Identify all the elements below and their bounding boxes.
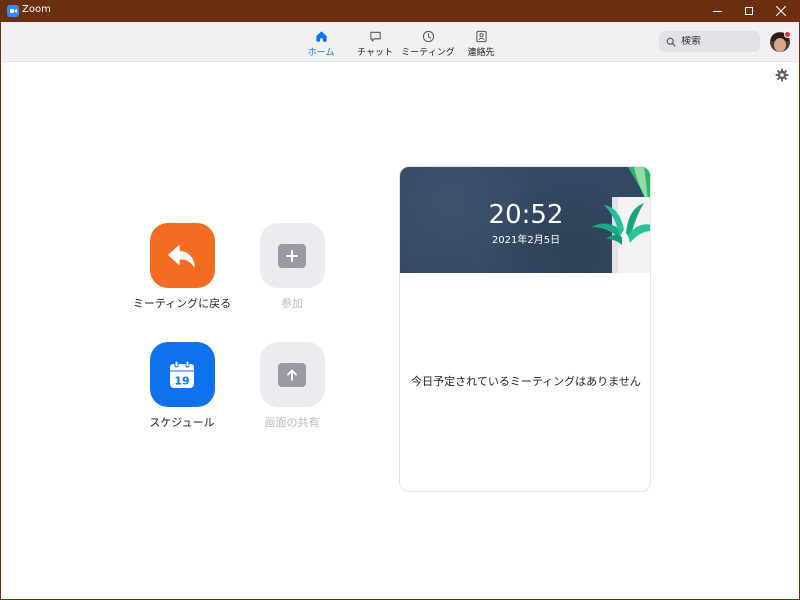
close-icon [776, 6, 786, 16]
rejoin-meeting-label: ミーティングに戻る [132, 297, 232, 310]
plus-icon [286, 249, 298, 262]
share-screen-button[interactable] [259, 342, 325, 407]
window-title: Zoom [22, 4, 51, 15]
join-label: 参加 [281, 297, 303, 310]
tab-home[interactable]: ホーム [306, 30, 336, 58]
schedule-action: 19 スケジュール [132, 342, 232, 430]
join-button[interactable] [259, 223, 325, 288]
tab-meetings-label: ミーティング [401, 48, 455, 58]
chat-icon [369, 31, 381, 42]
search-input[interactable] [681, 36, 751, 47]
tab-contacts-label: 連絡先 [467, 48, 495, 58]
schedule-button[interactable]: 19 [149, 342, 215, 407]
join-action: 参加 [242, 223, 342, 311]
tab-chat[interactable]: チャット [357, 30, 393, 58]
tab-home-label: ホーム [307, 48, 335, 58]
join-icon-box [278, 243, 306, 268]
maximize-icon [745, 7, 753, 15]
share-icon-box [278, 362, 306, 387]
rejoin-meeting-action: ミーティングに戻る [132, 223, 232, 311]
current-date: 2021年2月5日 [491, 235, 561, 246]
upcoming-meetings-card: 20:52 2021年2月5日 今日予定されているミーティングはありません [399, 166, 651, 492]
home-icon [315, 31, 327, 42]
top-nav: ホーム チャット ミーティング 連絡先 [1, 22, 799, 62]
tab-contacts[interactable]: 連絡先 [463, 30, 499, 58]
minimize-button[interactable] [701, 0, 733, 22]
calendar-icon: 19 [170, 360, 194, 388]
contacts-icon [475, 30, 487, 43]
avatar-face [774, 38, 786, 52]
tab-chat-label: チャット [357, 48, 393, 58]
rejoin-arrow-icon [168, 244, 195, 267]
clock-icon [422, 30, 434, 43]
calendar-day-text: 19 [174, 374, 189, 387]
gear-icon[interactable] [775, 68, 789, 82]
title-bar: Zoom [0, 0, 800, 22]
share-screen-action: 画面の共有 [242, 342, 342, 430]
current-time: 20:52 [488, 200, 564, 230]
minimize-icon [712, 10, 722, 12]
main-window: ホーム チャット ミーティング 連絡先 検索 ミーティングに戻る 参加 19 ス… [0, 22, 800, 600]
close-button[interactable] [765, 0, 797, 22]
maximize-button[interactable] [733, 0, 765, 22]
rejoin-meeting-button[interactable] [149, 223, 215, 288]
status-badge [784, 31, 791, 38]
share-up-arrow-icon [287, 369, 297, 381]
search-box[interactable] [659, 31, 760, 52]
tab-meetings[interactable]: ミーティング [401, 30, 455, 58]
no-meetings-message: 今日予定されているミーティングはありません [411, 375, 641, 388]
clock-banner: 20:52 2021年2月5日 [400, 167, 650, 273]
search-icon [666, 37, 676, 47]
zoom-app-icon [7, 5, 19, 17]
share-screen-label: 画面の共有 [264, 416, 320, 429]
schedule-label: スケジュール [149, 416, 215, 429]
